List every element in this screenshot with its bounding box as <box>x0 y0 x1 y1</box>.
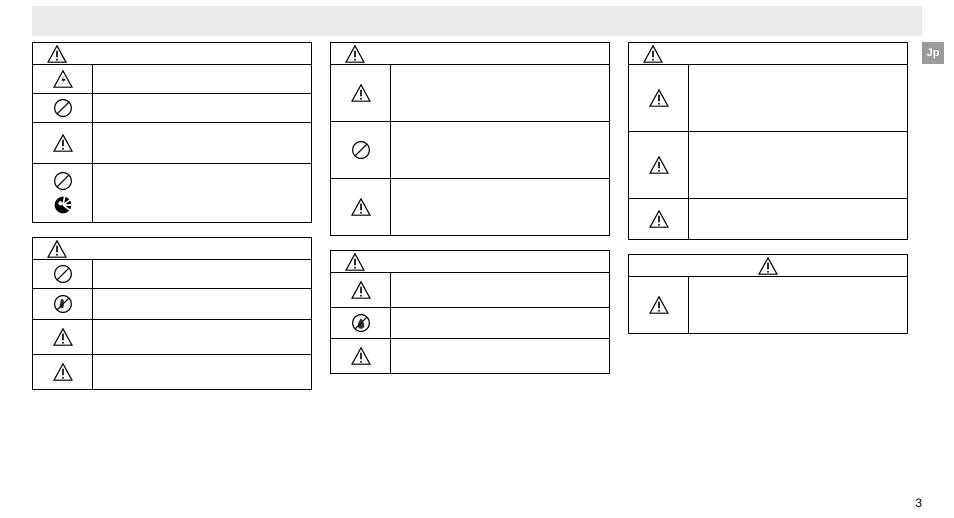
header-band <box>32 6 922 36</box>
table-row <box>33 94 311 123</box>
warning-icon <box>643 45 663 63</box>
text-cell <box>391 339 609 373</box>
text-cell <box>93 355 311 389</box>
warning-icon <box>53 363 73 381</box>
text-cell <box>391 179 609 235</box>
icon-cell <box>33 289 93 319</box>
table-row <box>629 199 907 239</box>
icon-cell <box>629 65 689 131</box>
table-row <box>629 277 907 333</box>
icon-cell <box>629 199 689 239</box>
table-row <box>331 179 609 235</box>
text-cell <box>93 123 311 163</box>
column <box>330 42 610 390</box>
icon-cell <box>331 179 391 235</box>
icon-cell <box>331 339 391 373</box>
icon-cell <box>331 308 391 338</box>
icon-cell <box>33 355 93 389</box>
table-row <box>33 260 311 289</box>
warning-box <box>628 42 908 240</box>
table-row <box>331 339 609 373</box>
prohibit-icon <box>53 171 73 191</box>
text-cell <box>689 132 907 198</box>
text-cell <box>391 273 609 307</box>
text-cell <box>93 94 311 122</box>
warning-icon <box>649 156 669 174</box>
warning-icon <box>345 253 365 271</box>
box-header <box>629 255 907 277</box>
table-row <box>331 273 609 308</box>
warning-icon <box>351 347 371 365</box>
electric-shock-icon <box>53 70 73 88</box>
icon-cell <box>33 260 93 288</box>
prohibit-icon <box>351 140 371 160</box>
table-row <box>331 122 609 179</box>
page-number: 3 <box>915 496 922 510</box>
no-water-icon <box>351 313 371 333</box>
box-header <box>33 238 311 260</box>
table-row <box>33 289 311 320</box>
warning-icon <box>53 328 73 346</box>
warning-box <box>628 254 908 334</box>
text-cell <box>93 320 311 354</box>
text-cell <box>689 65 907 131</box>
table-row <box>33 123 311 164</box>
column <box>628 42 908 390</box>
table-row <box>629 65 907 132</box>
warning-icon <box>53 134 73 152</box>
table-row <box>629 132 907 199</box>
icon-cell <box>33 123 93 163</box>
warning-box <box>32 237 312 390</box>
text-cell <box>93 164 311 222</box>
text-cell <box>689 277 907 333</box>
warning-box <box>330 250 610 374</box>
warning-box <box>330 42 610 236</box>
icon-cell <box>33 164 93 222</box>
icon-cell <box>331 122 391 178</box>
language-tab: Jp <box>922 42 944 64</box>
warning-box <box>32 42 312 223</box>
warning-icon <box>47 45 67 63</box>
do-not-touch-icon <box>53 294 73 314</box>
icon-cell <box>33 94 93 122</box>
warning-icon <box>351 198 371 216</box>
box-header <box>331 251 609 273</box>
warning-icon <box>649 210 669 228</box>
warning-icon <box>758 257 778 275</box>
table-row <box>33 65 311 94</box>
text-cell <box>93 260 311 288</box>
text-cell <box>93 289 311 319</box>
box-header <box>331 43 609 65</box>
text-cell <box>391 122 609 178</box>
table-row <box>331 308 609 339</box>
text-cell <box>391 308 609 338</box>
warning-icon <box>345 45 365 63</box>
box-header <box>629 43 907 65</box>
icon-cell <box>33 65 93 93</box>
table-row <box>331 65 609 122</box>
table-row <box>33 164 311 222</box>
warning-icon <box>351 281 371 299</box>
column <box>32 42 312 390</box>
icon-cell <box>629 132 689 198</box>
warning-icon <box>649 296 669 314</box>
icon-cell <box>331 65 391 121</box>
icon-cell <box>33 320 93 354</box>
table-row <box>33 320 311 355</box>
text-cell <box>93 65 311 93</box>
prohibit-icon <box>53 98 73 118</box>
icon-cell <box>629 277 689 333</box>
warning-icon <box>47 240 67 258</box>
icon-cell <box>331 273 391 307</box>
box-header <box>33 43 311 65</box>
prohibit-icon <box>53 264 73 284</box>
warning-icon <box>649 89 669 107</box>
warning-icon <box>351 84 371 102</box>
columns-container <box>32 42 908 390</box>
text-cell <box>391 65 609 121</box>
water-splash-icon <box>53 195 73 215</box>
text-cell <box>689 199 907 239</box>
table-row <box>33 355 311 389</box>
